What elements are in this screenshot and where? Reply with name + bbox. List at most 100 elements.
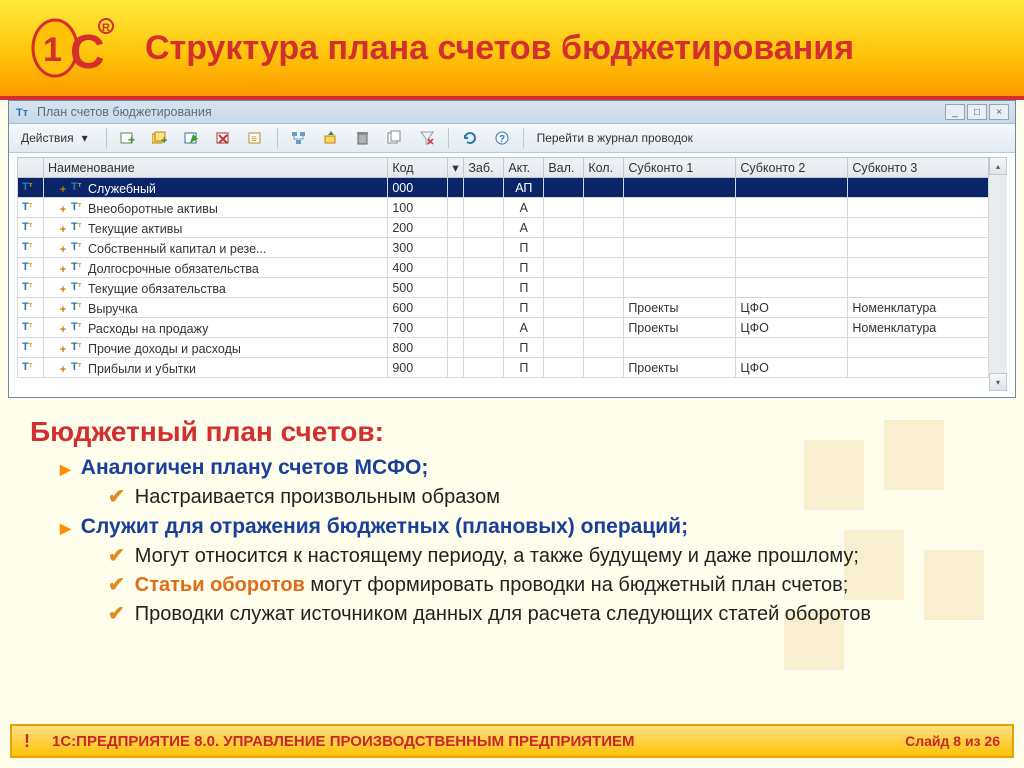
copy-icon xyxy=(387,130,403,146)
close-button[interactable]: × xyxy=(989,104,1009,120)
help-icon: ? xyxy=(494,130,510,146)
svg-text:т: т xyxy=(29,242,33,249)
row-sub3 xyxy=(848,338,989,358)
row-code: 000 xyxy=(388,178,448,198)
svg-text:т: т xyxy=(29,302,33,309)
col-val[interactable]: Вал. xyxy=(544,158,584,178)
add-row-icon: + xyxy=(120,130,136,146)
expand-icon[interactable]: + xyxy=(58,205,68,215)
t-icon: Тт xyxy=(71,339,85,353)
tool-move[interactable] xyxy=(317,127,345,149)
warning-icon: ! xyxy=(24,731,44,752)
col-akt[interactable]: Акт. xyxy=(504,158,544,178)
row-code: 500 xyxy=(388,278,448,298)
table-row[interactable]: Тт+ТтТекущие активы200А xyxy=(18,218,989,238)
table-row[interactable]: Тт+ТтПрочие доходы и расходы800П xyxy=(18,338,989,358)
maximize-button[interactable]: □ xyxy=(967,104,987,120)
row-name: Текущие обязательства xyxy=(88,282,226,296)
svg-text:т: т xyxy=(78,222,82,229)
expand-icon[interactable]: + xyxy=(58,185,68,195)
row-code: 700 xyxy=(388,318,448,338)
row-name: Текущие активы xyxy=(88,222,182,236)
tool-delete[interactable] xyxy=(210,127,238,149)
t-icon: Тт xyxy=(71,299,85,313)
row-akt: П xyxy=(504,278,544,298)
tool-copy[interactable] xyxy=(381,127,409,149)
scroll-down-btn[interactable]: ▾ xyxy=(989,373,1007,391)
expand-icon[interactable]: + xyxy=(58,305,68,315)
row-sub1 xyxy=(624,278,736,298)
row-sub3 xyxy=(848,358,989,378)
svg-text:т: т xyxy=(29,262,33,269)
table-row[interactable]: Тт+ТтРасходы на продажу700АПроектыЦФОНом… xyxy=(18,318,989,338)
svg-text:Т: Т xyxy=(22,341,29,353)
table-row[interactable]: Тт+ТтВыручка600ППроектыЦФОНоменклатура xyxy=(18,298,989,318)
tool-edit[interactable] xyxy=(178,127,206,149)
expand-icon[interactable]: + xyxy=(58,225,68,235)
table-row[interactable]: Тт+ТтТекущие обязательства500П xyxy=(18,278,989,298)
app-window: Тт План счетов бюджетирования _ □ × Дейс… xyxy=(8,100,1016,398)
row-akt: АП xyxy=(504,178,544,198)
expand-icon[interactable]: + xyxy=(58,245,68,255)
row-akt: П xyxy=(504,238,544,258)
actions-menu[interactable]: Действия ▾ xyxy=(15,127,99,149)
col-sub2[interactable]: Субконто 2 xyxy=(736,158,848,178)
svg-text:т: т xyxy=(78,322,82,329)
t-icon: Тт xyxy=(22,359,36,373)
tool-add-group[interactable]: + xyxy=(146,127,174,149)
svg-text:+: + xyxy=(161,135,167,146)
t-icon: Тт xyxy=(71,179,85,193)
expand-icon[interactable]: + xyxy=(58,345,68,355)
tool-refresh[interactable] xyxy=(456,127,484,149)
row-sub1 xyxy=(624,258,736,278)
tool-hierarchy[interactable] xyxy=(285,127,313,149)
minimize-button[interactable]: _ xyxy=(945,104,965,120)
svg-text:Т: Т xyxy=(22,361,29,373)
svg-text:1: 1 xyxy=(43,31,62,69)
mark-icon: ≡ xyxy=(248,130,264,146)
move-icon xyxy=(323,130,339,146)
logo-1c: 1 С R xyxy=(30,13,120,83)
t-icon: Тт xyxy=(22,199,36,213)
table-row[interactable]: Тт+ТтСобственный капитал и резе...300П xyxy=(18,238,989,258)
table-row[interactable]: Тт+ТтДолгосрочные обязательства400П xyxy=(18,258,989,278)
expand-icon[interactable]: + xyxy=(58,325,68,335)
footer-slidenum: Слайд 8 из 26 xyxy=(905,733,1000,749)
expand-icon[interactable]: + xyxy=(58,265,68,275)
expand-icon[interactable]: + xyxy=(58,285,68,295)
t-icon: Тт xyxy=(71,199,85,213)
accounts-grid[interactable]: Наименование Код ▾ Заб. Акт. Вал. Кол. С… xyxy=(17,157,989,378)
col-code[interactable]: Код xyxy=(388,158,448,178)
svg-text:Т: Т xyxy=(22,181,29,193)
svg-text:Т: Т xyxy=(71,201,78,213)
tool-filter[interactable] xyxy=(413,127,441,149)
col-sub1[interactable]: Субконто 1 xyxy=(624,158,736,178)
vertical-scrollbar[interactable]: ▴ ▾ xyxy=(989,157,1007,391)
tool-help[interactable]: ? xyxy=(488,127,516,149)
t-icon: Тт xyxy=(22,179,36,193)
journal-link[interactable]: Перейти в журнал проводок xyxy=(531,128,699,148)
delete-icon xyxy=(216,130,232,146)
svg-text:+: + xyxy=(128,133,135,146)
row-sub3: Номенклатура xyxy=(848,298,989,318)
expand-icon[interactable]: + xyxy=(58,365,68,375)
svg-text:т: т xyxy=(29,182,33,189)
row-name: Выручка xyxy=(88,302,138,316)
col-kol[interactable]: Кол. xyxy=(584,158,624,178)
svg-text:Т: Т xyxy=(71,281,78,293)
row-sub2 xyxy=(736,278,848,298)
col-zab[interactable]: Заб. xyxy=(464,158,504,178)
table-row[interactable]: Тт+ТтПрибыли и убытки900ППроектыЦФО xyxy=(18,358,989,378)
tool-mark[interactable]: ≡ xyxy=(242,127,270,149)
col-dropdown[interactable]: ▾ xyxy=(448,158,464,178)
tool-trash[interactable] xyxy=(349,127,377,149)
col-sub3[interactable]: Субконто 3 xyxy=(848,158,989,178)
table-row[interactable]: Тт+ТтСлужебный000АП xyxy=(18,178,989,198)
scroll-up-btn[interactable]: ▴ xyxy=(989,157,1007,175)
table-row[interactable]: Тт+ТтВнеоборотные активы100А xyxy=(18,198,989,218)
col-name[interactable]: Наименование xyxy=(44,158,388,178)
grid-wrap: Наименование Код ▾ Заб. Акт. Вал. Кол. С… xyxy=(9,153,1015,397)
journal-link-label: Перейти в журнал проводок xyxy=(537,131,693,145)
svg-text:т: т xyxy=(29,322,33,329)
tool-add[interactable]: + xyxy=(114,127,142,149)
